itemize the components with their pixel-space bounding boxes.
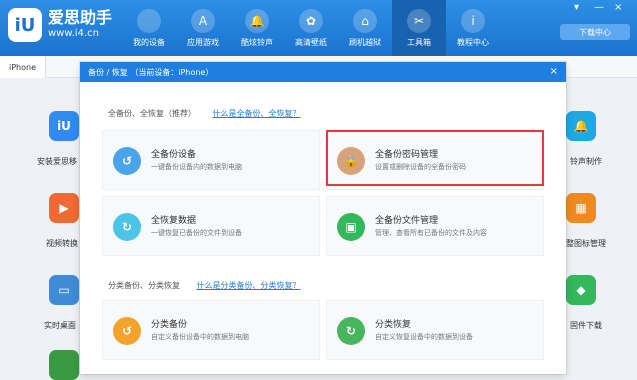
category-restore-card[interactable]: ↻ 分类恢复 自定义恢复设备中的数据到设备 — [326, 300, 544, 360]
menu-icon[interactable]: ▾ — [574, 2, 579, 13]
nav-wallpapers[interactable]: ✿ 高清壁纸 — [284, 0, 338, 56]
category-backup-icon: ↺ — [113, 317, 141, 345]
full-backup-section-title: 全备份、全恢复（推荐） 什么是全备份、全恢复？ — [108, 108, 301, 119]
app-title: 爱思助手 — [48, 8, 113, 27]
firmware-download-icon[interactable]: ◆ — [566, 275, 596, 305]
nav-label: 酷炫铃声 — [241, 37, 273, 47]
backup-icon: ↺ — [113, 147, 141, 175]
category-backup-section-title: 分类备份、分类恢复 什么是分类备份、分类恢复？ — [108, 280, 301, 291]
icon-manager-icon[interactable]: ▦ — [566, 193, 596, 223]
folder-icon: ▣ — [337, 213, 365, 241]
box-icon: ⌂ — [353, 8, 377, 33]
flower-icon: ✿ — [299, 8, 323, 33]
section-heading: 分类备份、分类恢复 — [108, 281, 180, 290]
nav-label: 刷机越狱 — [349, 37, 381, 47]
side-label: 固件下载 — [570, 321, 602, 330]
nav-my-device[interactable]: 我的设备 — [122, 0, 176, 56]
tools-icon: ✂ — [407, 8, 431, 33]
nav-ringtones[interactable]: 🔔 酷炫铃声 — [230, 0, 284, 56]
video-convert-icon[interactable]: ▶ — [49, 193, 79, 223]
card-title: 全恢复数据 — [151, 216, 197, 226]
backup-restore-dialog: 备份 / 恢复 （当前设备：iPhone） × 全备份、全恢复（推荐） 什么是全… — [80, 62, 566, 374]
dialog-title: 备份 / 恢复 （当前设备：iPhone） — [80, 62, 566, 82]
nav-label: 应用游戏 — [187, 37, 219, 47]
desktop-icon[interactable]: ▭ — [49, 275, 79, 305]
nav-toolbox[interactable]: ✂ 工具箱 — [392, 0, 446, 56]
logo-text: 爱思助手 www.i4.cn — [48, 9, 112, 41]
card-desc: 一键备份设备内的数据到电脑 — [151, 163, 242, 171]
app-url: www.i4.cn — [48, 28, 99, 39]
tab-iphone[interactable]: iPhone — [0, 56, 46, 78]
side-label: 实时桌面 — [44, 321, 76, 330]
card-desc: 管理、查看所有已备份的文件及内容 — [375, 229, 487, 237]
category-backup-help-link[interactable]: 什么是分类备份、分类恢复？ — [197, 281, 301, 290]
full-backup-help-link[interactable]: 什么是全备份、全恢复？ — [213, 109, 301, 118]
section-heading: 全备份、全恢复（推荐） — [108, 109, 196, 118]
appstore-icon: A — [191, 8, 215, 33]
info-icon: i — [461, 8, 485, 33]
full-backup-device-card[interactable]: ↺ 全备份设备 一键备份设备内的数据到电脑 — [102, 130, 320, 190]
close-icon[interactable]: × — [550, 66, 558, 77]
card-title: 分类恢复 — [375, 320, 412, 330]
nav-label: 工具箱 — [407, 37, 431, 47]
category-restore-icon: ↻ — [337, 317, 365, 345]
side-label: 铃声制作 — [570, 157, 602, 166]
logo-badge: iU — [8, 8, 42, 42]
nav-label: 教程中心 — [457, 37, 489, 47]
logo: iU 爱思助手 www.i4.cn — [8, 8, 112, 42]
ringtone-maker-icon[interactable]: 🔔 — [566, 111, 596, 141]
full-backup-file-manager-card[interactable]: ▣ 全备份文件管理 管理、查看所有已备份的文件及内容 — [326, 196, 544, 256]
card-title: 全备份文件管理 — [375, 216, 439, 226]
close-window-icon[interactable]: × — [614, 2, 622, 13]
green-tool-icon[interactable] — [49, 350, 79, 380]
nav-label: 我的设备 — [133, 37, 165, 47]
side-label: 整图标管理 — [566, 239, 606, 248]
card-desc: 一键恢复已备份的文件到设备 — [151, 229, 242, 237]
full-restore-card[interactable]: ↻ 全恢复数据 一键恢复已备份的文件到设备 — [102, 196, 320, 256]
card-title: 全备份设备 — [151, 150, 197, 160]
nav-tutorials[interactable]: i 教程中心 — [446, 0, 500, 56]
category-backup-card[interactable]: ↺ 分类备份 自定义备份设备中的数据到电脑 — [102, 300, 320, 360]
side-label: 安装爱思移 — [37, 157, 77, 166]
card-title: 分类备份 — [151, 320, 188, 330]
download-center-button[interactable]: 下载中心 — [560, 24, 630, 40]
restore-icon: ↻ — [113, 213, 141, 241]
minimize-icon[interactable]: — — [594, 2, 604, 13]
main-nav: 我的设备 A 应用游戏 🔔 酷炫铃声 ✿ 高清壁纸 ⌂ 刷机越狱 ✂ 工具箱 i… — [122, 0, 500, 56]
bell-icon: 🔔 — [245, 8, 269, 33]
apple-icon — [137, 8, 161, 33]
highlight-box — [326, 130, 544, 186]
nav-label: 高清壁纸 — [295, 37, 327, 47]
side-label: 视频转换 — [46, 239, 78, 248]
card-desc: 自定义备份设备中的数据到电脑 — [151, 333, 249, 341]
nav-apps-games[interactable]: A 应用游戏 — [176, 0, 230, 56]
install-tile-icon[interactable]: iU — [49, 111, 79, 141]
top-bar: iU 爱思助手 www.i4.cn 我的设备 A 应用游戏 🔔 酷炫铃声 ✿ 高… — [0, 0, 637, 56]
card-desc: 自定义恢复设备中的数据到设备 — [375, 333, 473, 341]
nav-flash-jailbreak[interactable]: ⌂ 刷机越狱 — [338, 0, 392, 56]
